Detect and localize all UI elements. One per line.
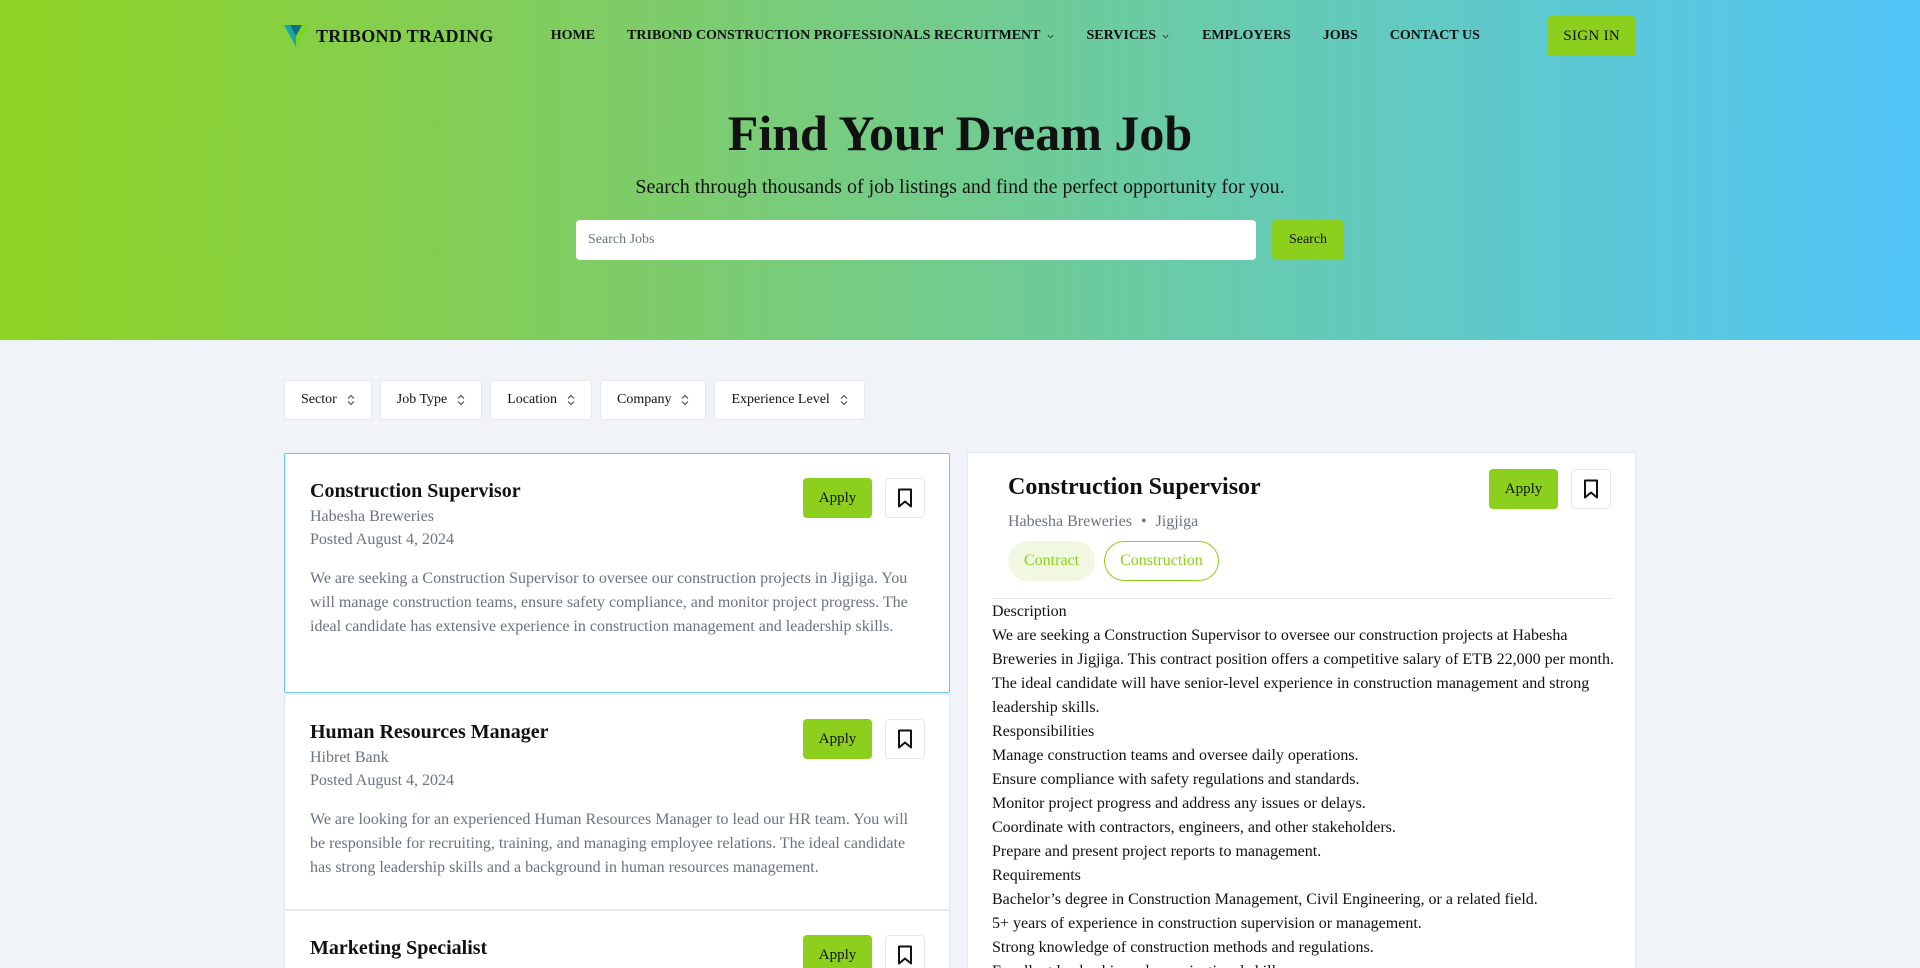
nav-services[interactable]: SERVICES — [1087, 28, 1171, 44]
filter-location[interactable]: Location — [490, 380, 593, 420]
filter-sector-label: Sector — [301, 392, 337, 407]
search-button[interactable]: Search — [1272, 220, 1344, 260]
bookmark-button[interactable] — [885, 478, 925, 518]
job-description: We are looking for an experienced Human … — [310, 811, 909, 876]
nav-employers-label: EMPLOYERS — [1202, 28, 1291, 43]
hero-title: Find Your Dream Job — [727, 105, 1193, 161]
job-card[interactable]: Marketing Specialist Apply — [284, 910, 950, 968]
nav-links: HOME TRIBOND CONSTRUCTION PROFESSIONALS … — [551, 28, 1512, 44]
job-detail-company: Habesha Breweries — [1008, 513, 1132, 530]
job-detail-location: Jigjiga — [1155, 513, 1199, 530]
job-card[interactable]: Construction Supervisor Habesha Brewerie… — [284, 453, 950, 693]
bookmark-button[interactable] — [885, 935, 925, 968]
responsibility-item: Manage construction teams and oversee da… — [992, 747, 1359, 764]
tag-job-type: Contract — [1008, 541, 1096, 581]
filter-location-label: Location — [507, 392, 558, 407]
bookmark-icon — [1584, 479, 1598, 499]
requirement-item: 5+ years of experience in construction s… — [992, 915, 1422, 932]
bookmark-icon — [898, 729, 912, 749]
job-posted-date: Posted August 4, 2024 — [310, 772, 455, 789]
description-text: We are seeking a Construction Supervisor… — [992, 627, 1614, 716]
apply-button[interactable]: Apply — [1489, 469, 1558, 509]
filter-company-label: Company — [617, 392, 672, 407]
apply-button[interactable]: Apply — [803, 935, 872, 968]
job-card[interactable]: Human Resources Manager Hibret Bank Post… — [284, 694, 950, 910]
sort-updown-icon — [682, 394, 689, 406]
nav-recruitment-label: TRIBOND CONSTRUCTION PROFESSIONALS RECRU… — [627, 28, 1041, 43]
filter-experience-level-label: Experience Level — [731, 392, 830, 407]
hero-section: TRIBOND TRADING HOME TRIBOND CONSTRUCTIO… — [0, 0, 1920, 340]
requirement-item: Bachelor’s degree in Construction Manage… — [992, 891, 1538, 908]
brand-logo[interactable]: TRIBOND TRADING — [284, 25, 494, 47]
nav-contact-us[interactable]: CONTACT US — [1390, 28, 1480, 44]
job-card-actions: Apply — [803, 478, 925, 518]
job-card-actions: Apply — [803, 719, 925, 759]
job-card-actions: Apply — [803, 935, 925, 968]
brand-name: TRIBOND TRADING — [316, 25, 494, 46]
filter-sector[interactable]: Sector — [284, 380, 372, 420]
job-detail-actions: Apply — [1489, 469, 1611, 509]
bookmark-button[interactable] — [1571, 469, 1611, 509]
search-bar: Search — [576, 220, 1344, 260]
chevron-down-icon — [1162, 34, 1169, 39]
responsibility-item: Monitor project progress and address any… — [992, 795, 1366, 812]
nav-contact-us-label: CONTACT US — [1389, 28, 1480, 43]
nav-services-label: SERVICES — [1086, 28, 1157, 43]
job-posted-date: Posted August 4, 2024 — [310, 531, 455, 548]
sort-updown-icon — [347, 394, 355, 406]
filter-job-type[interactable]: Job Type — [379, 380, 483, 420]
responsibility-item: Coordinate with contractors, engineers, … — [992, 819, 1396, 836]
bookmark-icon — [898, 488, 912, 508]
divider — [992, 598, 1612, 599]
job-description: We are seeking a Construction Supervisor… — [310, 570, 908, 635]
apply-button[interactable]: Apply — [803, 719, 872, 759]
sort-updown-icon — [567, 394, 575, 406]
responsibility-item: Ensure compliance with safety regulation… — [992, 771, 1360, 788]
nav-home[interactable]: HOME — [551, 28, 595, 44]
description-heading: Description — [992, 603, 1067, 620]
requirements-heading: Requirements — [992, 867, 1081, 884]
tag-sector: Construction — [1104, 541, 1219, 581]
responsibilities-heading: Responsibilities — [992, 723, 1095, 740]
requirement-item: Strong knowledge of construction methods… — [992, 939, 1374, 956]
nav-recruitment[interactable]: TRIBOND CONSTRUCTION PROFESSIONALS RECRU… — [627, 28, 1054, 44]
nav-jobs[interactable]: JOBS — [1323, 28, 1358, 44]
nav-jobs-label: JOBS — [1322, 28, 1358, 43]
sort-updown-icon — [840, 394, 848, 406]
requirement-item: Excellent leadership and organizational … — [992, 960, 1617, 968]
meta-separator: • — [1140, 513, 1147, 530]
filter-bar: Sector Job Type Location Company Experie… — [284, 380, 865, 420]
chevron-down-icon — [1046, 34, 1054, 39]
job-detail-body: Description We are seeking a Constructio… — [992, 600, 1617, 968]
job-detail-panel: Construction Supervisor Habesha Brewerie… — [967, 452, 1636, 968]
bookmark-icon — [898, 945, 912, 965]
sort-updown-icon — [457, 394, 465, 406]
nav-home-label: HOME — [550, 28, 596, 43]
filter-job-type-label: Job Type — [396, 392, 448, 407]
top-navbar: TRIBOND TRADING HOME TRIBOND CONSTRUCTIO… — [284, 16, 1636, 56]
responsibility-item: Prepare and present project reports to m… — [992, 843, 1322, 860]
job-detail-meta: Habesha Breweries • Jigjiga — [1008, 513, 1618, 531]
sign-in-button[interactable]: SIGN IN — [1547, 16, 1636, 56]
job-detail-tags: Contract Construction — [1008, 541, 1618, 581]
filter-company[interactable]: Company — [600, 380, 707, 420]
bookmark-button[interactable] — [885, 719, 925, 759]
search-input[interactable] — [576, 220, 1256, 260]
hero-subtitle: Search through thousands of job listings… — [635, 176, 1285, 198]
filter-experience-level[interactable]: Experience Level — [714, 380, 865, 420]
chevron-logo-icon — [284, 25, 308, 47]
apply-button[interactable]: Apply — [803, 478, 872, 518]
nav-employers[interactable]: EMPLOYERS — [1202, 28, 1291, 44]
